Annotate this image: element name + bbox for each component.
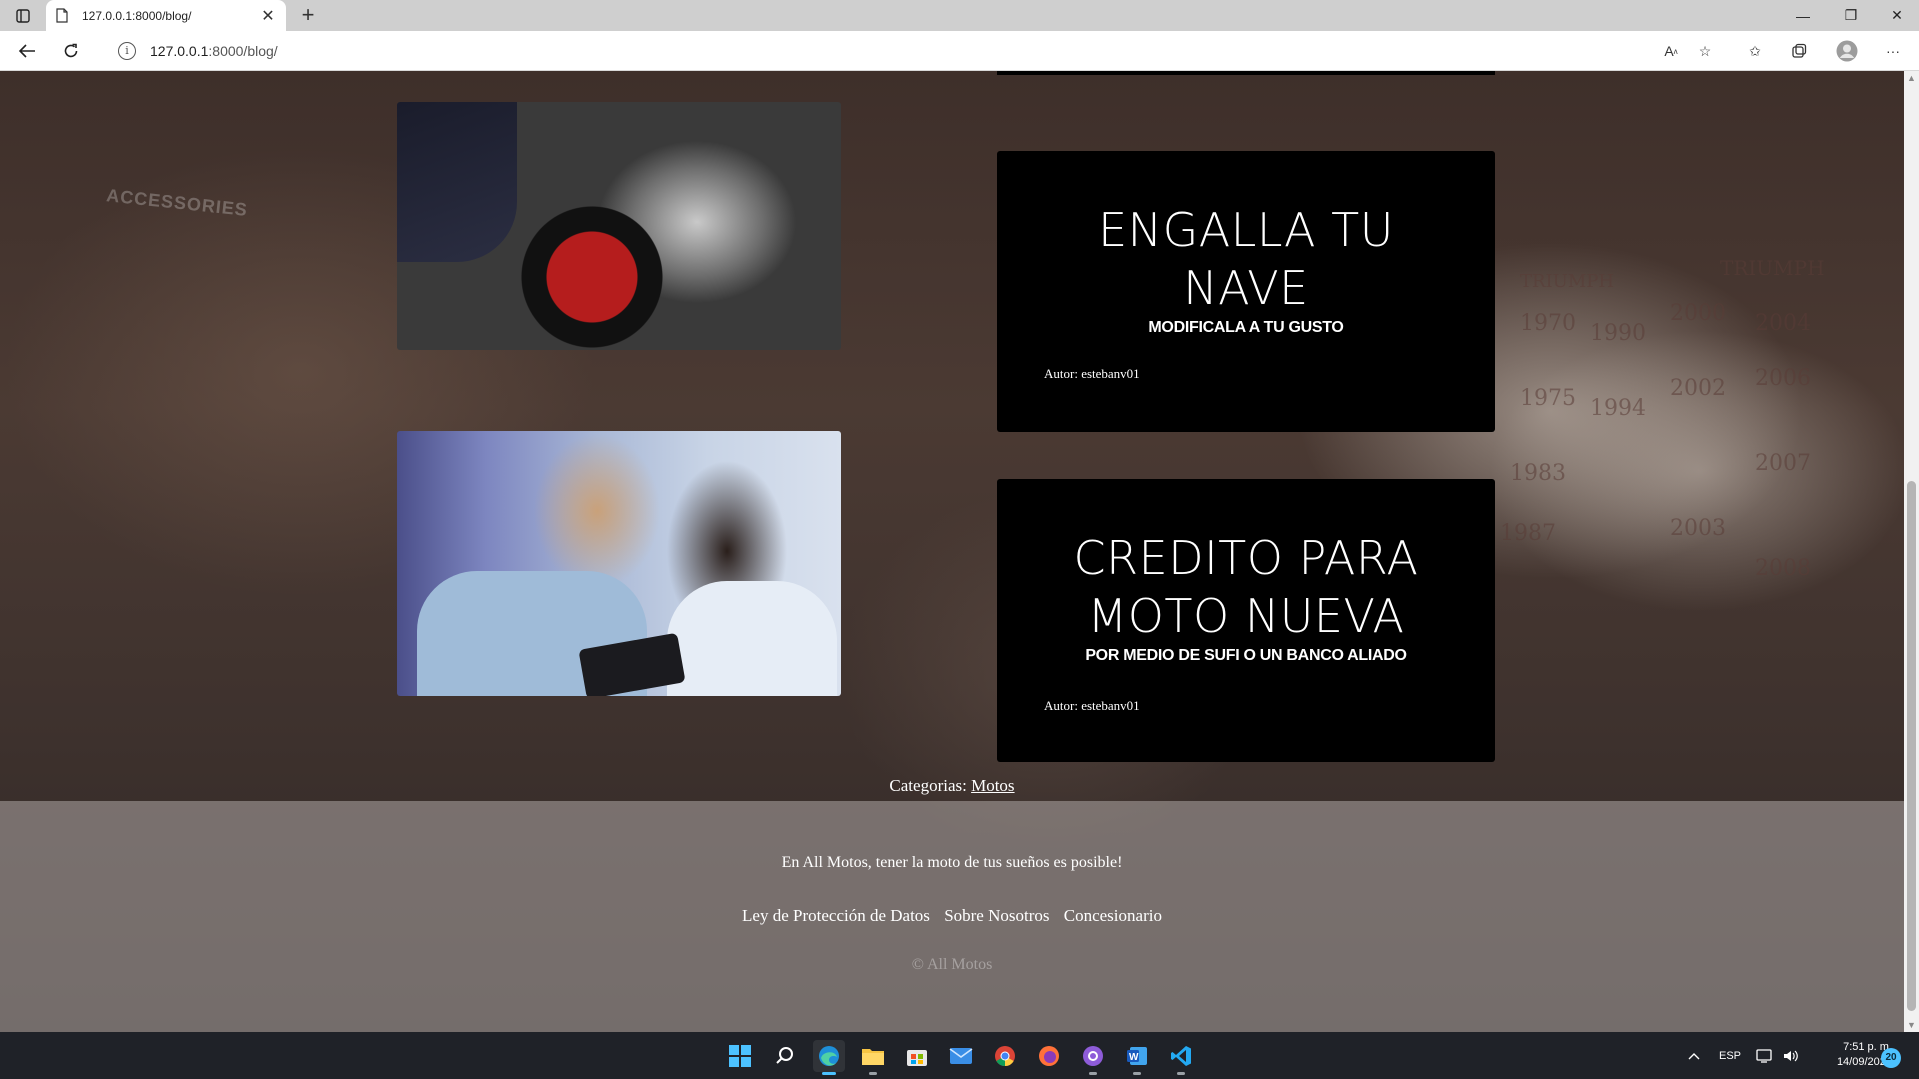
page-scrollbar[interactable]: ▲ ▼: [1904, 71, 1919, 1032]
refresh-icon[interactable]: [58, 39, 84, 63]
address-bar: i 127.0.0.1:8000/blog/ Aʌ ☆ ✩ ···: [0, 31, 1919, 71]
scroll-down-icon[interactable]: ▼: [1907, 1020, 1916, 1030]
new-tab-button[interactable]: +: [295, 3, 321, 29]
chrome-icon[interactable]: [989, 1040, 1021, 1072]
url-path: :8000/blog/: [208, 43, 278, 59]
post-subtitle: MODIFICALA A TU GUSTO: [1148, 319, 1344, 336]
site-info-icon[interactable]: i: [118, 42, 136, 60]
add-favorite-icon[interactable]: ☆: [1692, 39, 1718, 63]
browser-tab[interactable]: 127.0.0.1:8000/blog/ ✕: [46, 0, 286, 31]
footer-link-about[interactable]: Sobre Nosotros: [944, 906, 1049, 925]
previous-post-card-edge: [997, 71, 1495, 75]
category-link-motos[interactable]: Motos: [971, 776, 1014, 795]
scrollbar-thumb[interactable]: [1907, 481, 1916, 1011]
close-window-icon[interactable]: ✕: [1872, 0, 1919, 31]
post-image-mechanic[interactable]: [397, 102, 841, 350]
footer-links: Ley de Protección de Datos Sobre Nosotro…: [0, 906, 1904, 926]
footer-slogan: En All Motos, tener la moto de tus sueño…: [781, 854, 1123, 871]
post-card[interactable]: ENGALLA TU NAVE MODIFICALA A TU GUSTO Au…: [997, 151, 1495, 432]
browser-tab-bar: 127.0.0.1:8000/blog/ ✕ + — ❐ ✕: [0, 0, 1919, 31]
site-footer: En All Motos, tener la moto de tus sueño…: [0, 801, 1904, 1032]
github-desktop-icon[interactable]: [1077, 1040, 1109, 1075]
post-subtitle: POR MEDIO DE SUFI O UN BANCO ALIADO: [1085, 647, 1407, 664]
search-icon[interactable]: [769, 1040, 801, 1072]
mail-icon[interactable]: [945, 1040, 977, 1072]
page-icon: [56, 8, 70, 24]
close-tab-icon[interactable]: ✕: [260, 6, 276, 26]
post-author: Autor: estebanv01: [1044, 366, 1140, 381]
taskbar-clock[interactable]: 7:51 p. m. 14/09/2022: [1802, 1040, 1892, 1070]
footer-link-privacy[interactable]: Ley de Protección de Datos: [742, 906, 930, 925]
categories-label: Categorias:: [889, 776, 967, 795]
post-card[interactable]: CREDITO PARA MOTO NUEVA POR MEDIO DE SUF…: [997, 479, 1495, 762]
clock-date: 14/09/2022: [1836, 1056, 1892, 1068]
url-field[interactable]: i 127.0.0.1:8000/blog/: [106, 36, 1726, 66]
tab-actions-icon[interactable]: [12, 7, 34, 25]
back-icon[interactable]: [14, 39, 40, 63]
minimize-icon[interactable]: —: [1778, 0, 1828, 31]
page-viewport: ACCESSORIES TRIUMPH TRIUMPH 1970 1990 20…: [0, 71, 1904, 1032]
url-host: 127.0.0.1: [150, 43, 209, 59]
clock-time: 7:51 p. m.: [1843, 1041, 1892, 1053]
notification-badge[interactable]: 20: [1881, 1048, 1901, 1068]
store-icon[interactable]: [901, 1040, 933, 1072]
footer-copyright: © All Motos: [911, 956, 993, 973]
favorites-icon[interactable]: ✩: [1742, 39, 1768, 63]
volume-icon[interactable]: [1783, 1032, 1799, 1079]
show-hidden-icons[interactable]: [1688, 1032, 1700, 1079]
categories-line: Categorias: Motos: [0, 776, 1904, 796]
word-icon[interactable]: W: [1121, 1040, 1153, 1075]
vscode-icon[interactable]: [1165, 1040, 1197, 1075]
showroom-history-wall: TRIUMPH TRIUMPH 1970 1990 2000 2004 1975…: [1500, 256, 1825, 581]
start-icon[interactable]: [724, 1040, 756, 1072]
restore-icon[interactable]: ❐: [1826, 0, 1876, 31]
language-indicator[interactable]: ESP: [1719, 1032, 1741, 1079]
firefox-icon[interactable]: [1033, 1040, 1065, 1072]
scroll-up-icon[interactable]: ▲: [1907, 73, 1916, 83]
footer-link-dealership[interactable]: Concesionario: [1064, 906, 1162, 925]
post-title[interactable]: ENGALLA TU NAVE: [997, 201, 1495, 317]
windows-taskbar: W ESP 7:51 p. m. 14/09/2022 20: [0, 1032, 1919, 1079]
collections-icon[interactable]: [1786, 39, 1812, 63]
post-author: Autor: estebanv01: [1044, 698, 1140, 713]
network-icon[interactable]: [1756, 1032, 1774, 1079]
file-explorer-icon[interactable]: [857, 1040, 889, 1075]
showroom-sign: ACCESSORIES: [105, 185, 249, 221]
settings-more-icon[interactable]: ···: [1880, 39, 1906, 63]
tab-title: 127.0.0.1:8000/blog/: [82, 8, 192, 23]
post-title[interactable]: CREDITO PARA MOTO NUEVA: [997, 529, 1495, 645]
edge-browser-icon[interactable]: [813, 1040, 845, 1075]
post-image-credit[interactable]: [397, 431, 841, 696]
profile-avatar-icon[interactable]: [1834, 39, 1860, 63]
read-aloud-icon[interactable]: Aʌ: [1658, 39, 1684, 63]
svg-text:W: W: [1129, 1052, 1139, 1063]
